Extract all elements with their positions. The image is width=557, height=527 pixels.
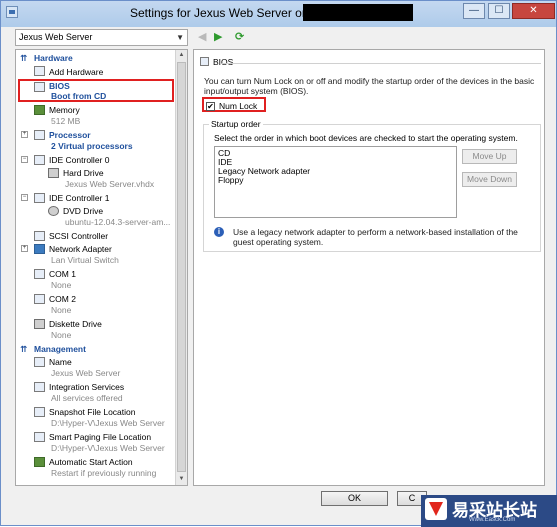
tree-scrollbar[interactable]: ▲ ▼ bbox=[175, 50, 187, 485]
chevron-down-icon: ▼ bbox=[176, 33, 184, 42]
sidebar-item-com2-sub: None bbox=[51, 305, 72, 315]
bios-chip-icon bbox=[34, 82, 45, 92]
sidebar-item-diskette-drive-sub: None bbox=[51, 330, 72, 340]
window-title: Settings for Jexus Web Server on bbox=[130, 6, 309, 20]
network-adapter-icon bbox=[34, 244, 45, 254]
settings-tree: ▲ ▼ ⇈ Hardware Add Hardware BIOS Boot fr… bbox=[15, 49, 188, 486]
management-section-header: Management bbox=[34, 344, 86, 354]
automatic-start-icon bbox=[34, 457, 45, 467]
sidebar-item-bios-sub: Boot from CD bbox=[51, 91, 107, 101]
sidebar-item-automatic-start-sub: Restart if previously running bbox=[51, 468, 157, 478]
sidebar-item-ide0[interactable]: IDE Controller 0 bbox=[49, 155, 109, 165]
settings-app-icon bbox=[6, 6, 18, 18]
sidebar-item-snapshot-location[interactable]: Snapshot File Location bbox=[49, 407, 135, 417]
bios-settings-panel bbox=[193, 49, 545, 486]
move-up-button[interactable]: Move Up bbox=[462, 149, 517, 164]
sidebar-item-name-sub: Jexus Web Server bbox=[51, 368, 121, 378]
maximize-button[interactable]: ☐ bbox=[488, 3, 510, 19]
expand-processor-icon[interactable]: + bbox=[21, 131, 28, 138]
sidebar-item-ide1[interactable]: IDE Controller 1 bbox=[49, 193, 109, 203]
scroll-down-icon[interactable]: ▼ bbox=[177, 475, 186, 484]
bios-panel-icon bbox=[200, 57, 209, 66]
scroll-up-icon[interactable]: ▲ bbox=[177, 51, 186, 60]
name-icon bbox=[34, 357, 45, 367]
watermark-logo bbox=[425, 498, 447, 520]
sidebar-item-network-adapter-sub: Lan Virtual Switch bbox=[51, 255, 119, 265]
sidebar-item-snapshot-location-sub: D:\Hyper-V\Jexus Web Server bbox=[51, 418, 165, 428]
sidebar-item-name[interactable]: Name bbox=[49, 357, 72, 367]
bios-description: You can turn Num Lock on or off and modi… bbox=[204, 76, 535, 96]
com-port-icon bbox=[34, 269, 45, 279]
sidebar-item-network-adapter[interactable]: Network Adapter bbox=[49, 244, 112, 254]
com-port-icon bbox=[34, 294, 45, 304]
add-hardware-icon bbox=[34, 66, 45, 76]
legacy-adapter-info: Use a legacy network adapter to perform … bbox=[233, 227, 518, 247]
sidebar-item-com2[interactable]: COM 2 bbox=[49, 294, 76, 304]
checkmark-icon: ✔ bbox=[207, 102, 214, 111]
redacted-host-name bbox=[303, 4, 413, 21]
processor-icon bbox=[34, 130, 45, 140]
sidebar-item-com1-sub: None bbox=[51, 280, 72, 290]
vm-selector-value: Jexus Web Server bbox=[19, 32, 93, 42]
collapse-hardware-icon[interactable]: ⇈ bbox=[20, 53, 27, 64]
sidebar-item-bios[interactable]: BIOS bbox=[49, 81, 70, 91]
sidebar-item-automatic-start[interactable]: Automatic Start Action bbox=[49, 457, 133, 467]
list-item[interactable]: Floppy bbox=[218, 176, 453, 185]
sidebar-item-memory[interactable]: Memory bbox=[49, 105, 80, 115]
watermark-subtext: Www.Easck.Com bbox=[469, 517, 516, 523]
list-item[interactable]: CD bbox=[218, 149, 453, 158]
snapshot-icon bbox=[34, 407, 45, 417]
sidebar-item-hard-drive-sub: Jexus Web Server.vhdx bbox=[65, 179, 155, 189]
scsi-controller-icon bbox=[34, 231, 45, 241]
boot-device-list[interactable]: CD IDE Legacy Network adapter Floppy bbox=[214, 146, 457, 218]
memory-icon bbox=[34, 105, 45, 115]
ok-button[interactable]: OK bbox=[321, 491, 388, 506]
header-divider bbox=[222, 63, 541, 64]
sidebar-item-integration-services-sub: All services offered bbox=[51, 393, 123, 403]
settings-window: Settings for Jexus Web Server on — ☐ ✕ J… bbox=[0, 0, 557, 527]
minimize-button[interactable]: — bbox=[463, 3, 485, 19]
sidebar-item-smart-paging-location-sub: D:\Hyper-V\Jexus Web Server bbox=[51, 443, 165, 453]
sidebar-item-add-hardware[interactable]: Add Hardware bbox=[49, 67, 103, 77]
forward-arrow-icon[interactable]: ▶ bbox=[214, 31, 222, 43]
startup-order-label: Startup order bbox=[209, 119, 263, 129]
vm-selector-dropdown[interactable]: Jexus Web Server ▼ bbox=[15, 29, 188, 46]
expand-network-icon[interactable]: + bbox=[21, 245, 28, 252]
scrollbar-thumb[interactable] bbox=[177, 62, 186, 472]
info-icon: i bbox=[214, 227, 224, 237]
collapse-ide0-icon[interactable]: − bbox=[21, 156, 28, 163]
bios-panel-header: BIOS bbox=[213, 57, 234, 67]
sidebar-item-diskette-drive[interactable]: Diskette Drive bbox=[49, 319, 102, 329]
move-down-button[interactable]: Move Down bbox=[462, 172, 517, 187]
back-arrow-icon[interactable]: ◀ bbox=[198, 31, 206, 43]
collapse-management-icon[interactable]: ⇈ bbox=[20, 344, 27, 355]
list-item[interactable]: Legacy Network adapter bbox=[218, 167, 453, 176]
ide-controller-icon bbox=[34, 155, 45, 165]
sidebar-item-processor[interactable]: Processor bbox=[49, 130, 91, 140]
sidebar-item-hard-drive[interactable]: Hard Drive bbox=[63, 168, 104, 178]
hardware-section-header: Hardware bbox=[34, 53, 73, 63]
hard-drive-icon bbox=[48, 168, 59, 178]
diskette-drive-icon bbox=[34, 319, 45, 329]
sidebar-item-scsi[interactable]: SCSI Controller bbox=[49, 231, 108, 241]
sidebar-item-dvd-drive[interactable]: DVD Drive bbox=[63, 206, 103, 216]
sidebar-item-processor-sub: 2 Virtual processors bbox=[51, 141, 133, 151]
refresh-icon[interactable]: ⟳ bbox=[235, 31, 244, 43]
numlock-label[interactable]: Num Lock bbox=[219, 101, 257, 111]
sidebar-item-dvd-drive-sub: ubuntu-12.04.3-server-am... bbox=[65, 217, 171, 227]
sidebar-item-integration-services[interactable]: Integration Services bbox=[49, 382, 124, 392]
smart-paging-icon bbox=[34, 432, 45, 442]
title-bar: Settings for Jexus Web Server on — ☐ ✕ bbox=[1, 1, 556, 27]
startup-order-description: Select the order in which boot devices a… bbox=[214, 133, 518, 143]
ide-controller-icon bbox=[34, 193, 45, 203]
collapse-ide1-icon[interactable]: − bbox=[21, 194, 28, 201]
sidebar-item-com1[interactable]: COM 1 bbox=[49, 269, 76, 279]
close-button[interactable]: ✕ bbox=[512, 3, 555, 19]
integration-services-icon bbox=[34, 382, 45, 392]
numlock-checkbox[interactable]: ✔ bbox=[206, 102, 215, 111]
dvd-drive-icon bbox=[48, 206, 59, 216]
sidebar-item-smart-paging-location[interactable]: Smart Paging File Location bbox=[49, 432, 151, 442]
sidebar-item-memory-sub: 512 MB bbox=[51, 116, 81, 126]
